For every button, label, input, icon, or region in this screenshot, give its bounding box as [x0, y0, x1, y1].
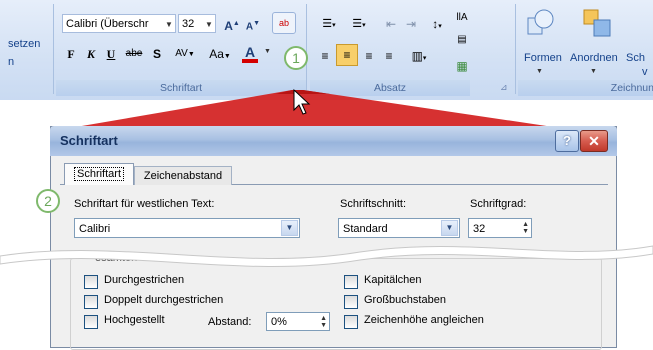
align-text-icon[interactable]: ▤: [452, 30, 472, 50]
small-caps-label: Kapitälchen: [364, 274, 422, 286]
increase-indent-icon[interactable]: ⇥: [402, 14, 420, 34]
spinner-arrows-icon[interactable]: ▲ ▼: [320, 315, 327, 329]
offset-value: 0%: [271, 316, 287, 328]
ribbon-separator: [53, 4, 54, 94]
char-spacing-label: AV: [175, 48, 188, 59]
strikethrough-label: Durchgestrichen: [104, 274, 185, 286]
equalize-height-label: Zeichenhöhe angleichen: [364, 314, 484, 326]
strikethrough-checkbox[interactable]: [84, 275, 98, 289]
chevron-down-icon[interactable]: ▼: [163, 15, 175, 32]
char-spacing-button[interactable]: AV▼: [168, 44, 202, 64]
font-size-value: 32: [182, 18, 195, 30]
shadow-button[interactable]: S: [150, 44, 164, 64]
strikethrough-button[interactable]: abe: [122, 44, 146, 64]
underline-button[interactable]: U: [104, 44, 118, 64]
double-strikethrough-label: Doppelt durchgestrichen: [104, 294, 224, 306]
western-font-label: Schriftart für westlichen Text:: [74, 198, 215, 210]
numbering-icon[interactable]: ☰▾: [346, 14, 372, 34]
shapes-icon[interactable]: [526, 8, 556, 38]
ribbon-separator: [306, 4, 307, 94]
text-direction-icon[interactable]: llA: [452, 8, 472, 28]
superscript-checkbox[interactable]: [84, 315, 98, 329]
grow-font-icon[interactable]: A▲: [222, 14, 242, 34]
columns-icon[interactable]: ▥▾: [404, 46, 434, 66]
font-size-label: Schriftgrad:: [470, 198, 527, 210]
align-left-icon[interactable]: ≡: [316, 46, 334, 66]
callout-number-1: 1: [284, 46, 308, 70]
callout-number-2: 2: [36, 189, 60, 213]
equalize-height-checkbox[interactable]: [344, 315, 358, 329]
bullets-icon[interactable]: ☰▾: [316, 14, 342, 34]
small-caps-checkbox[interactable]: [344, 275, 358, 289]
line-spacing-icon[interactable]: ↕▾: [424, 14, 450, 34]
clear-format-icon[interactable]: ab: [272, 12, 296, 34]
help-button[interactable]: ?: [555, 130, 579, 152]
dialog-titlebar: Schriftart ? ✕: [50, 126, 617, 156]
chevron-down-icon[interactable]: ▼: [536, 68, 543, 75]
ribbon-partial-label: n: [8, 56, 15, 68]
italic-button[interactable]: K: [84, 44, 98, 64]
dialog-title: Schriftart: [60, 133, 118, 148]
align-center-icon[interactable]: ≡: [336, 44, 358, 66]
change-case-label: Aa: [209, 47, 224, 61]
all-caps-label: Großbuchstaben: [364, 294, 446, 306]
tab-schriftart[interactable]: Schriftart: [64, 163, 134, 185]
offset-spinner[interactable]: 0% ▲ ▼: [266, 312, 330, 331]
smartart-icon[interactable]: ▦: [452, 56, 472, 76]
decrease-indent-icon[interactable]: ⇤: [382, 14, 400, 34]
offset-label: Abstand:: [208, 316, 252, 328]
image-cut-wave: [0, 245, 653, 268]
font-size-combo[interactable]: 32 ▼: [178, 14, 216, 33]
font-style-label: Schriftschnitt:: [340, 198, 407, 210]
double-strikethrough-checkbox[interactable]: [84, 295, 98, 309]
shrink-font-icon[interactable]: A▼: [244, 14, 262, 34]
quick-styles-button-label[interactable]: Sch: [626, 52, 645, 64]
font-name-value: Calibri (Überschr: [66, 18, 149, 30]
change-case-button[interactable]: Aa▼: [204, 44, 236, 64]
justify-icon[interactable]: ≡: [380, 46, 398, 66]
font-color-bar: [242, 59, 258, 63]
chevron-down-icon[interactable]: ▼: [590, 68, 597, 75]
tab-zeichenabstand[interactable]: Zeichenabstand: [134, 166, 232, 185]
close-button[interactable]: ✕: [580, 130, 608, 152]
ribbon-partial-label: setzen: [8, 38, 41, 50]
font-name-combo[interactable]: Calibri (Überschr ▼: [62, 14, 176, 33]
arrange-icon[interactable]: [582, 8, 612, 38]
shapes-button-label[interactable]: Formen: [524, 52, 562, 64]
quick-styles-sub-label: v: [642, 66, 648, 78]
font-color-label: A: [244, 44, 256, 60]
font-color-button[interactable]: A: [240, 42, 260, 63]
align-right-icon[interactable]: ≡: [360, 46, 378, 66]
ribbon: setzen n Calibri (Überschr ▼ 32 ▼ A▲ A▼ …: [0, 0, 653, 100]
bold-button[interactable]: F: [64, 44, 78, 64]
ribbon-separator: [515, 4, 516, 94]
chevron-down-icon[interactable]: ▼: [264, 48, 271, 55]
chevron-down-icon[interactable]: ▼: [203, 15, 215, 32]
superscript-label: Hochgestellt: [104, 314, 165, 326]
tab-label: Schriftart: [73, 167, 124, 181]
arrange-button-label[interactable]: Anordnen: [570, 52, 618, 64]
all-caps-checkbox[interactable]: [344, 295, 358, 309]
mouse-cursor-icon: [293, 88, 311, 115]
